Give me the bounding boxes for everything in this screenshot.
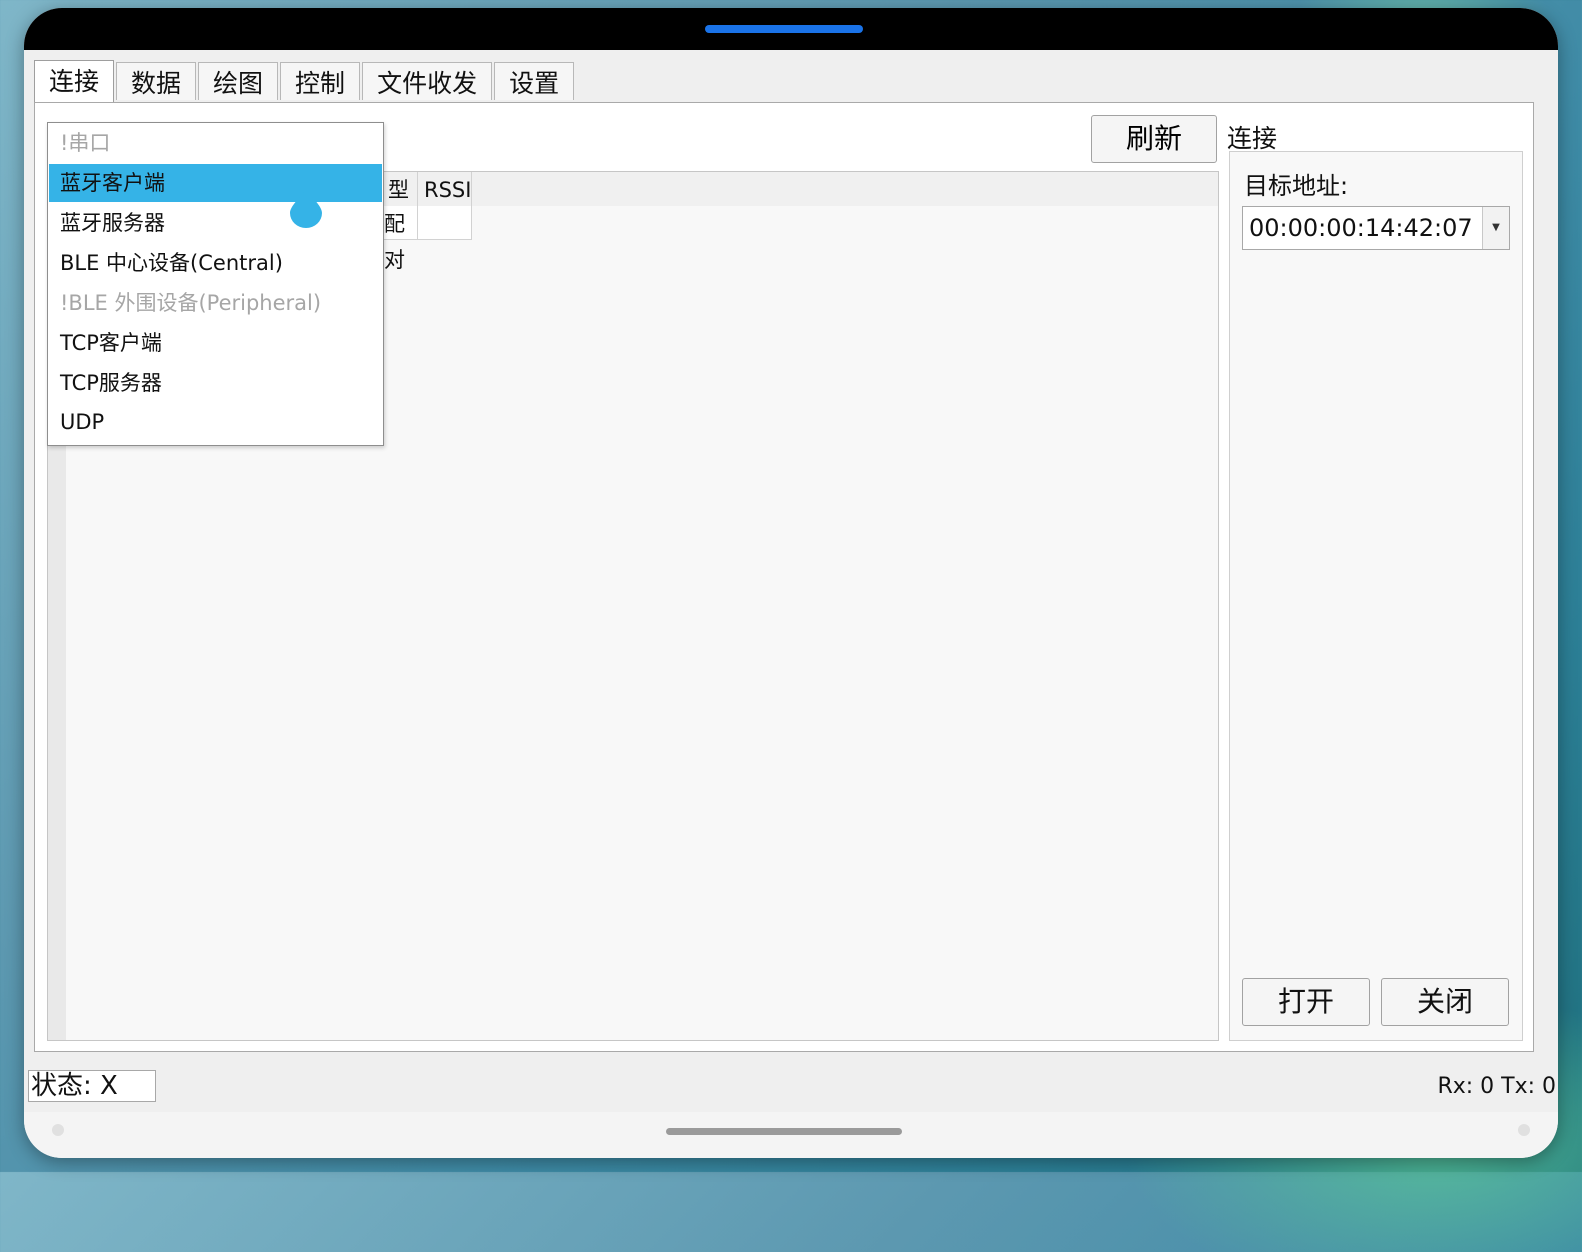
tab-plot[interactable]: 绘图 (198, 62, 279, 100)
dropdown-item-tcp-server[interactable]: TCP服务器 (49, 364, 382, 402)
connection-group: 目标地址: 00:00:00:14:42:07 ▼ 打开 关闭 (1229, 151, 1523, 1041)
close-button[interactable]: 关闭 (1381, 978, 1509, 1026)
open-button[interactable]: 打开 (1242, 978, 1370, 1026)
tab-connect[interactable]: 连接 (34, 60, 115, 102)
nav-dot-right (1518, 1124, 1530, 1136)
dropdown-item-bluetooth-client[interactable]: 蓝牙客户端 (49, 164, 382, 202)
tab-file-transfer[interactable]: 文件收发 (362, 62, 493, 100)
status-bar (24, 8, 1558, 50)
refresh-button[interactable]: 刷新 (1091, 115, 1217, 163)
dropdown-item-bluetooth-server[interactable]: 蓝牙服务器 (49, 204, 382, 242)
dropdown-item-ble-central[interactable]: BLE 中心设备(Central) (49, 244, 382, 282)
tab-control[interactable]: 控制 (280, 62, 361, 100)
status-field: 状态: X (28, 1070, 156, 1102)
dropdown-item-ble-peripheral: !BLE 外围设备(Peripheral) (60, 291, 322, 315)
home-gesture-bar[interactable] (666, 1128, 902, 1135)
tab-bar: 连接 数据 绘图 控制 文件收发 设置 (34, 60, 576, 102)
rx-tx-counter: Rx: 0 Tx: 0 (1437, 1074, 1556, 1099)
tab-data[interactable]: 数据 (116, 62, 197, 100)
connection-group-title: 连接 (1227, 124, 1278, 153)
dropdown-item-udp[interactable]: UDP (49, 403, 382, 441)
navigation-bar (24, 1112, 1558, 1158)
column-header-type[interactable]: 型 (382, 172, 418, 206)
target-address-label: 目标地址: (1244, 172, 1349, 200)
status-bar-pill (705, 25, 863, 33)
tab-settings[interactable]: 设置 (494, 62, 575, 100)
tablet-screen: 连接 数据 绘图 控制 文件收发 设置 刷新 型 RSSI 配对 连接 目标地址… (24, 8, 1558, 1158)
water-drop-icon (290, 189, 322, 228)
target-address-combobox[interactable]: 00:00:00:14:42:07 ▼ (1242, 206, 1510, 250)
dropdown-item-tcp-client[interactable]: TCP客户端 (49, 324, 382, 362)
app-window: 连接 数据 绘图 控制 文件收发 设置 刷新 型 RSSI 配对 连接 目标地址… (24, 50, 1558, 1112)
chevron-down-icon[interactable]: ▼ (1482, 207, 1509, 249)
nav-dot-left (52, 1124, 64, 1136)
table-cell-type[interactable]: 配对 (382, 206, 418, 272)
dropdown-item-serial: !串口 (60, 131, 111, 155)
target-address-value: 00:00:00:14:42:07 (1249, 214, 1473, 242)
connection-type-dropdown: !串口 蓝牙客户端 蓝牙服务器 BLE 中心设备(Central) !BLE 外… (47, 122, 384, 446)
table-cell-rssi[interactable] (418, 206, 472, 240)
column-header-rssi[interactable]: RSSI (418, 172, 472, 206)
